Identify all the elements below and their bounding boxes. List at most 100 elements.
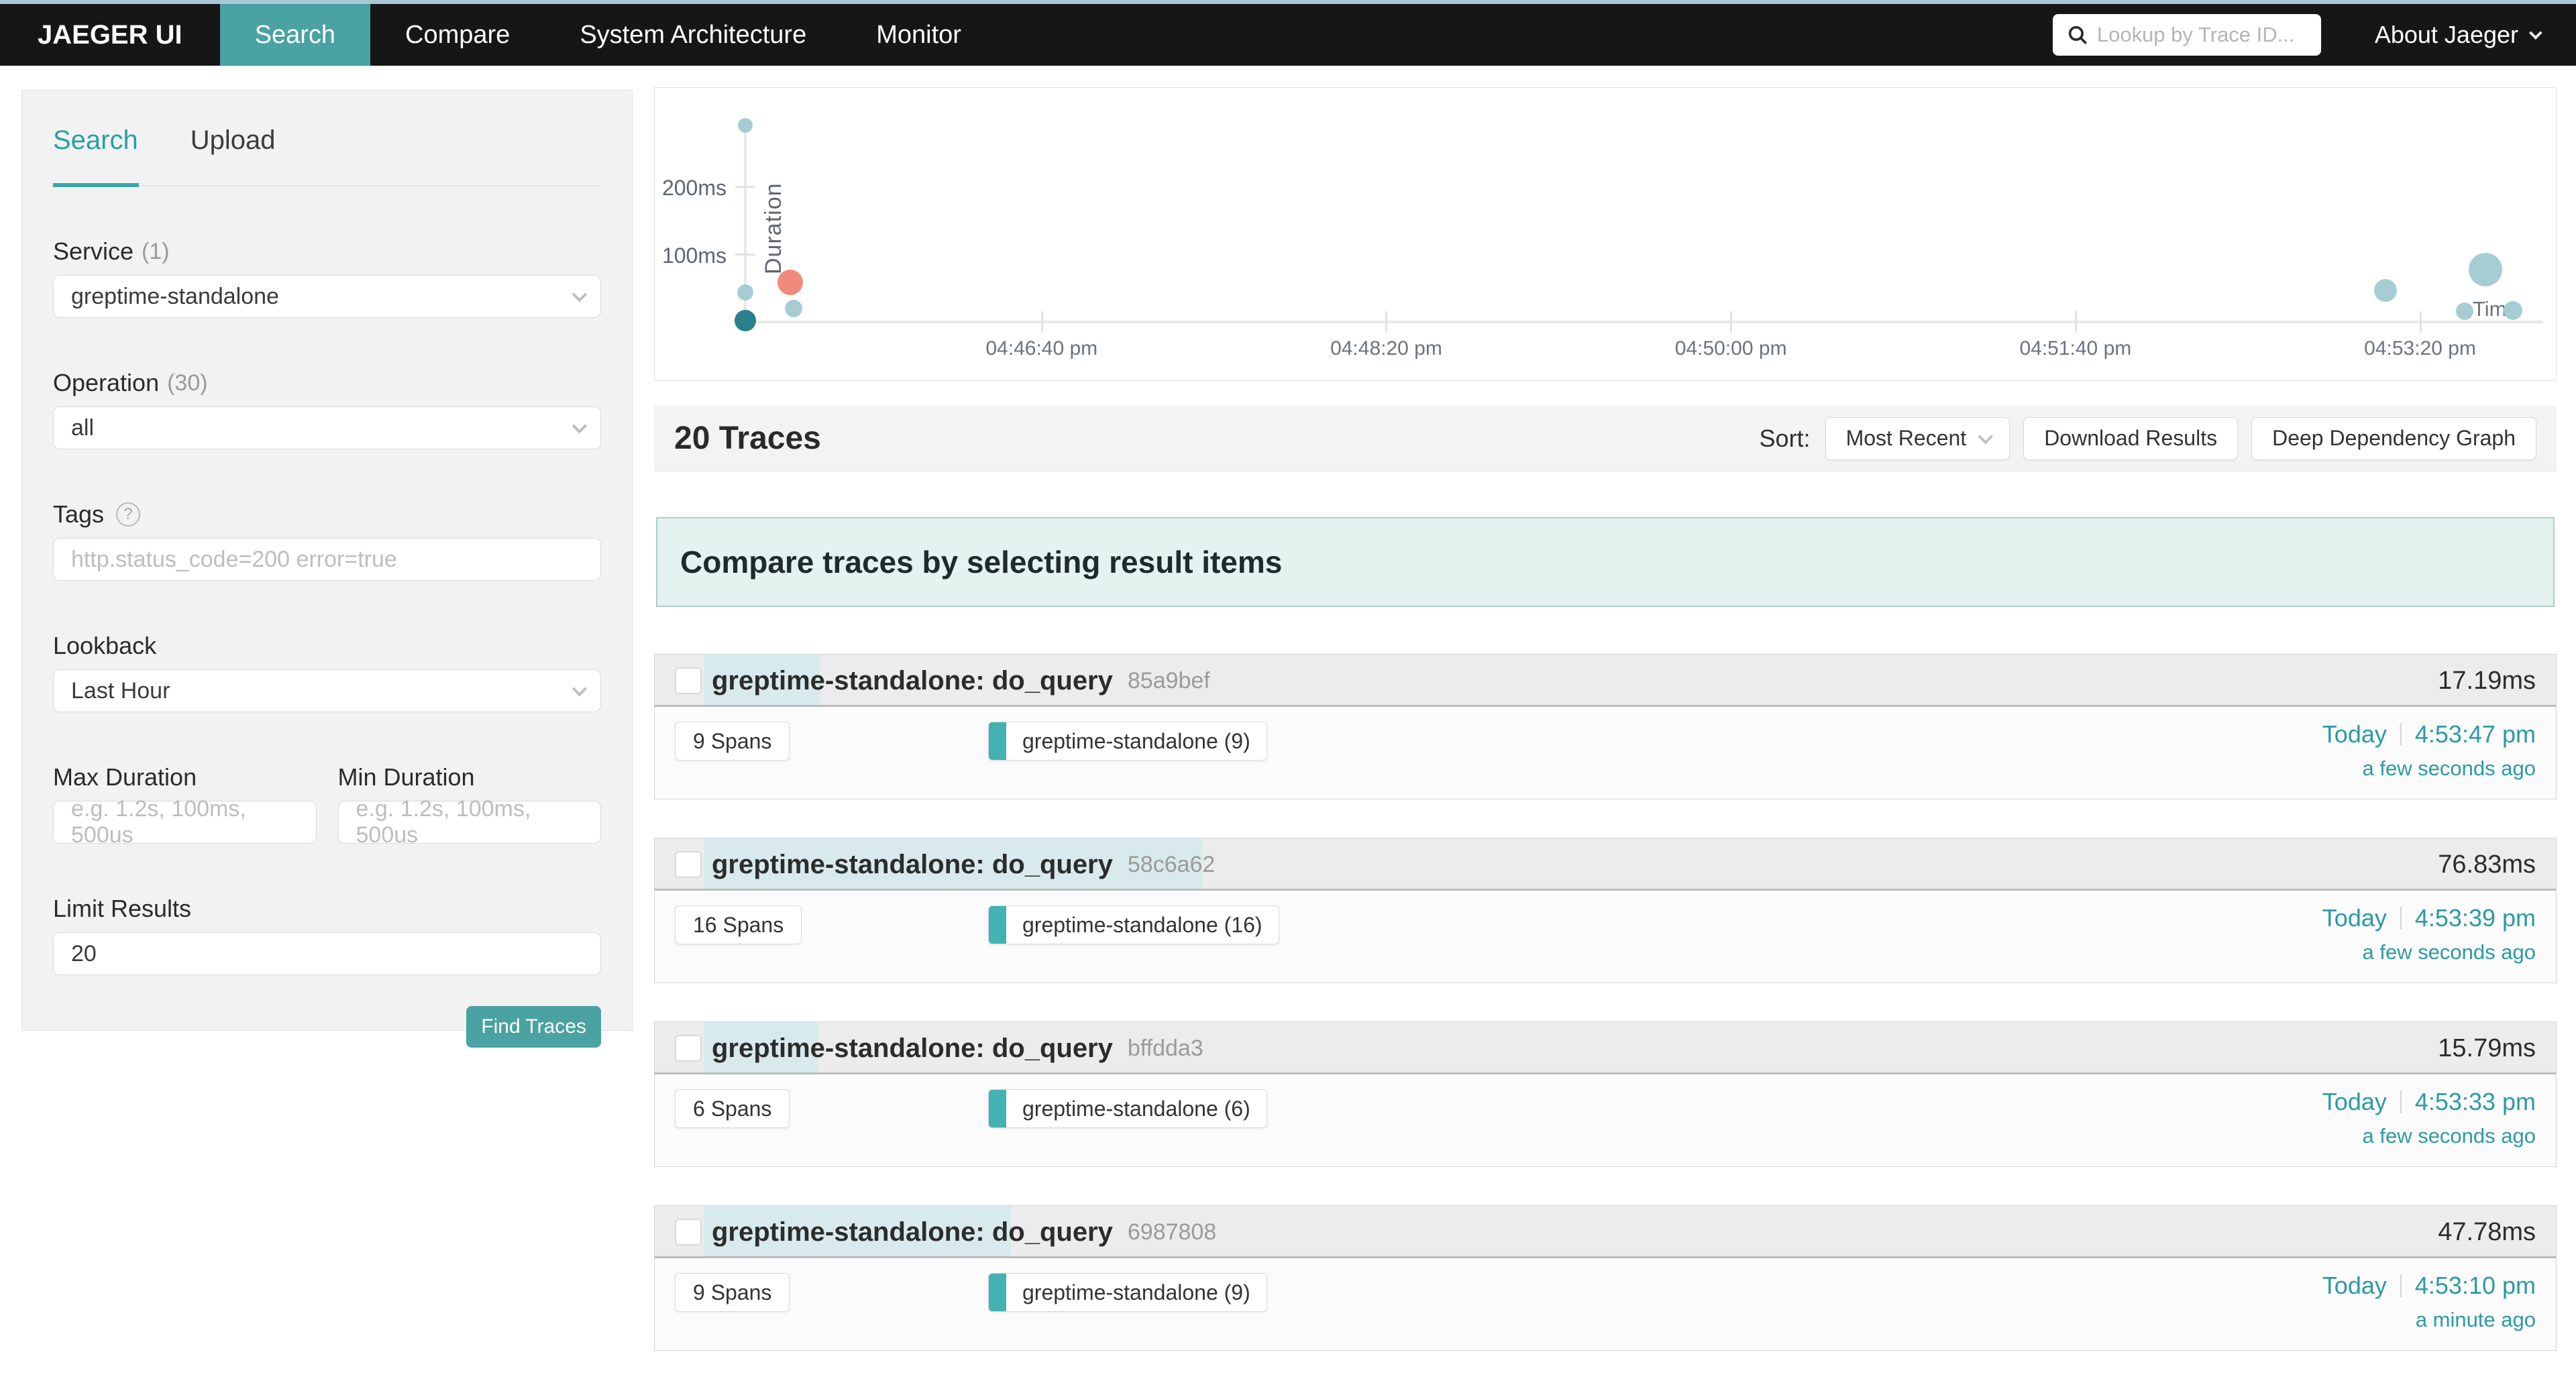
chevron-down-icon: [572, 287, 588, 302]
trace-relative-time[interactable]: a few seconds ago: [2322, 1124, 2536, 1148]
service-color-swatch: [989, 722, 1006, 760]
find-traces-button[interactable]: Find Traces: [466, 1006, 601, 1048]
lookback-value: Last Hour: [71, 678, 572, 704]
trace-compare-checkbox[interactable]: [675, 851, 702, 878]
trace-relative-time[interactable]: a minute ago: [2322, 1308, 2536, 1332]
trace-result-item: greptime-standalone: do_query bffdda3 15…: [654, 1021, 2557, 1167]
trace-relative-time[interactable]: a few seconds ago: [2322, 757, 2536, 781]
trace-scatter-point[interactable]: [737, 284, 753, 300]
tags-input[interactable]: http.status_code=200 error=true: [53, 538, 601, 581]
trace-result-header-link[interactable]: greptime-standalone: do_query bffdda3 15…: [655, 1022, 2556, 1074]
about-jaeger-label: About Jaeger: [2375, 21, 2518, 49]
sidebar-tabs: Search Upload: [53, 125, 601, 156]
x-axis-tick: [2420, 311, 2422, 333]
trace-scatter-point[interactable]: [2504, 301, 2522, 320]
search-icon: [2066, 23, 2089, 46]
duration-filters-group: Max Duration e.g. 1.2s, 100ms, 500us Min…: [53, 763, 601, 844]
lookback-select[interactable]: Last Hour: [53, 669, 601, 712]
min-duration-placeholder: e.g. 1.2s, 100ms, 500us: [356, 796, 584, 848]
trace-scatter-point[interactable]: [2374, 279, 2397, 302]
service-span-chip: greptime-standalone (16): [988, 905, 1279, 944]
service-span-chip: greptime-standalone (9): [988, 722, 1267, 761]
nav-tab-monitor[interactable]: Monitor: [841, 4, 996, 66]
trace-time-link[interactable]: 4:53:39 pm: [2415, 904, 2536, 932]
x-axis-tick-label: 04:48:20 pm: [1285, 337, 1487, 360]
y-axis-tick: [735, 254, 755, 256]
service-color-swatch: [989, 1274, 1006, 1311]
trace-date-link[interactable]: Today: [2322, 720, 2387, 748]
nav-tab-compare[interactable]: Compare: [370, 4, 545, 66]
sidebar-tab-search[interactable]: Search: [53, 125, 138, 156]
limit-results-input[interactable]: 20: [53, 932, 601, 975]
top-nav: JAEGER UI Search Compare System Architec…: [0, 4, 2576, 66]
trace-time-link[interactable]: 4:53:10 pm: [2415, 1272, 2536, 1300]
span-count-badge: 16 Spans: [675, 905, 802, 944]
trace-scatter-point[interactable]: [2469, 253, 2502, 286]
trace-date-link[interactable]: Today: [2322, 1272, 2387, 1300]
trace-result-header-link[interactable]: greptime-standalone: do_query 58c6a62 76…: [655, 838, 2556, 891]
trace-time-link[interactable]: 4:53:33 pm: [2415, 1088, 2536, 1116]
trace-id: 6987808: [1128, 1219, 1216, 1245]
sidebar-tab-upload[interactable]: Upload: [191, 125, 276, 156]
trace-count-title: 20 Traces: [674, 420, 821, 457]
chevron-down-icon: [572, 681, 588, 697]
trace-result-header-link[interactable]: greptime-standalone: do_query 6987808 47…: [655, 1206, 2556, 1258]
trace-date-link[interactable]: Today: [2322, 1088, 2387, 1116]
about-jaeger-menu[interactable]: About Jaeger: [2375, 21, 2538, 49]
limit-results-value: 20: [71, 941, 583, 967]
trace-result-list: greptime-standalone: do_query 85a9bef 17…: [654, 654, 2557, 1389]
trace-duration: 17.19ms: [2438, 655, 2536, 707]
trace-compare-checkbox[interactable]: [675, 1219, 702, 1245]
trace-lookup-input[interactable]: Lookup by Trace ID...: [2053, 14, 2321, 56]
x-axis-line: [744, 321, 2543, 323]
service-span-chip: greptime-standalone (9): [988, 1273, 1267, 1312]
download-results-button[interactable]: Download Results: [2023, 417, 2238, 460]
trace-result-header-link[interactable]: greptime-standalone: do_query 85a9bef 17…: [655, 655, 2556, 707]
date-time-divider: [2400, 1274, 2402, 1297]
trace-result-item: greptime-standalone: do_query 6987808 47…: [654, 1205, 2557, 1351]
span-count-badge: 9 Spans: [675, 1273, 790, 1312]
trace-title: greptime-standalone: do_query: [712, 850, 1113, 880]
trace-date-link[interactable]: Today: [2322, 904, 2387, 932]
trace-time-link[interactable]: 4:53:47 pm: [2415, 720, 2536, 748]
y-axis-tick: [735, 186, 755, 188]
max-duration-placeholder: e.g. 1.2s, 100ms, 500us: [71, 796, 299, 848]
chevron-down-icon: [2529, 26, 2542, 40]
tags-group: Tags ? http.status_code=200 error=true: [53, 500, 601, 581]
trace-title: greptime-standalone: do_query: [712, 1034, 1113, 1064]
trace-scatter-point[interactable]: [738, 118, 753, 133]
sort-select[interactable]: Most Recent: [1825, 417, 2010, 460]
operation-value: all: [71, 415, 572, 441]
min-duration-input[interactable]: e.g. 1.2s, 100ms, 500us: [338, 801, 602, 844]
trace-scatter-point[interactable]: [2456, 302, 2473, 320]
x-axis-tick: [1041, 311, 1043, 333]
nav-tab-system-architecture[interactable]: System Architecture: [545, 4, 841, 66]
span-count-badge: 9 Spans: [675, 722, 790, 761]
compare-traces-banner-text: Compare traces by selecting result items: [680, 544, 1282, 580]
help-icon[interactable]: ?: [116, 502, 140, 526]
operation-select[interactable]: all: [53, 406, 601, 449]
scatter-plot-area: Duration Time 04:46:40 pm04:48:20 pm04:5…: [655, 88, 2556, 380]
chevron-down-icon: [572, 419, 588, 434]
nav-tab-search[interactable]: Search: [220, 4, 370, 66]
x-axis-tick-label: 04:51:40 pm: [1975, 337, 2176, 360]
sidebar-tabs-underline: [53, 185, 601, 186]
trace-scatter-point[interactable]: [785, 300, 802, 317]
trace-compare-checkbox[interactable]: [675, 1035, 702, 1062]
deep-dependency-graph-button[interactable]: Deep Dependency Graph: [2251, 417, 2536, 460]
min-duration-label: Min Duration: [338, 763, 475, 791]
y-axis-tick-label: 200ms: [655, 176, 727, 201]
x-axis-tick: [1385, 311, 1387, 333]
trace-duration: 15.79ms: [2438, 1022, 2536, 1074]
trace-scatter-point[interactable]: [777, 270, 803, 295]
trace-result-item: greptime-standalone: do_query 85a9bef 17…: [654, 654, 2557, 799]
active-tab-ink-bar: [53, 183, 139, 187]
sort-value: Most Recent: [1846, 426, 1967, 451]
service-select[interactable]: greptime-standalone: [53, 275, 601, 318]
trace-compare-checkbox[interactable]: [675, 667, 702, 694]
lookback-label: Lookback: [53, 632, 156, 660]
trace-scatter-point[interactable]: [735, 310, 756, 331]
app-brand[interactable]: JAEGER UI: [0, 4, 220, 66]
max-duration-input[interactable]: e.g. 1.2s, 100ms, 500us: [53, 801, 317, 844]
trace-relative-time[interactable]: a few seconds ago: [2322, 940, 2536, 964]
